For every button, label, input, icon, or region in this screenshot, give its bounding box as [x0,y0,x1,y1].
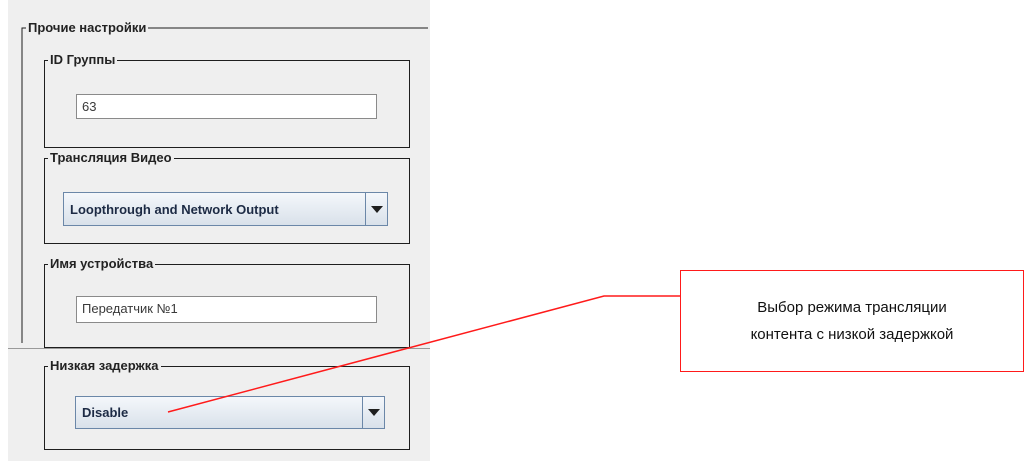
callout-line-1: Выбор режима трансляции [757,299,947,316]
callout-leader-line [167,295,680,413]
callout-line-2: контента с низкой задержкой [750,326,954,343]
annotation-callout: Выбор режима трансляции контента с низко… [680,270,1024,372]
